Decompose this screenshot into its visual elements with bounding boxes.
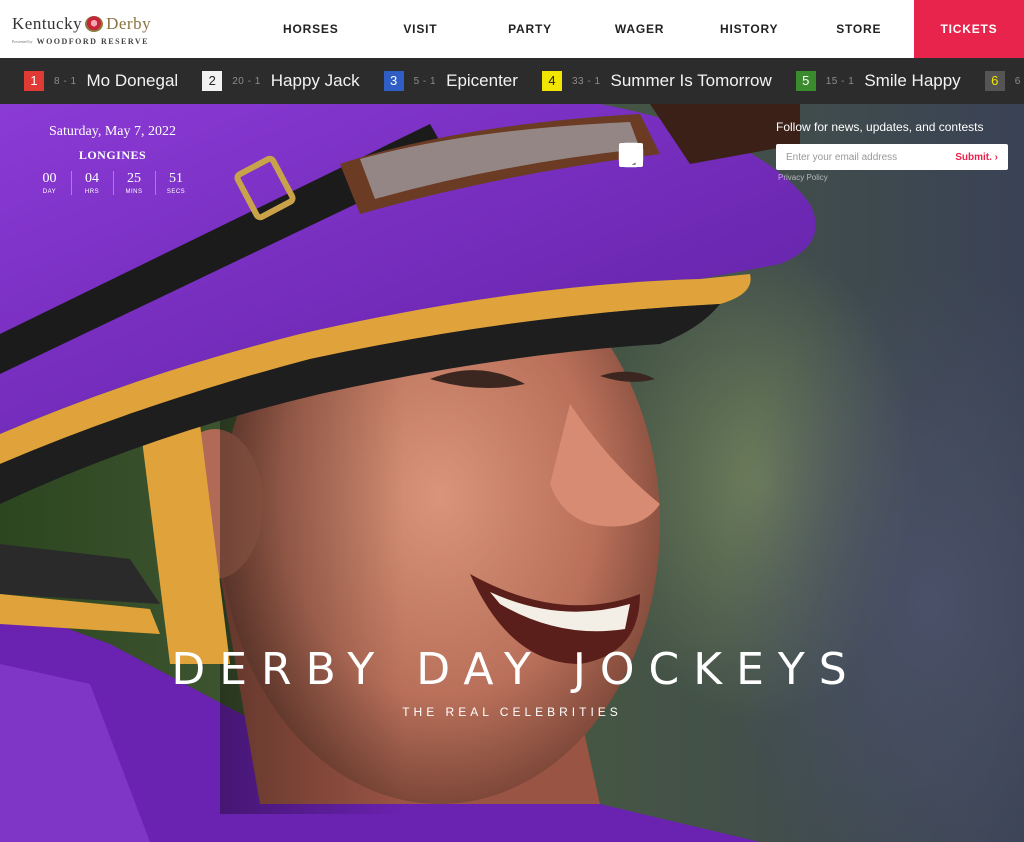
facebook-icon[interactable] — [619, 142, 684, 168]
instagram-icon[interactable] — [618, 142, 764, 168]
follow-text: Follow for news, updates, and contests — [776, 120, 984, 134]
logo-woodford-reserve: WOODFORD RESERVE — [36, 37, 149, 46]
logo-presenting-sponsor: Presented by WOODFORD RESERVE — [12, 37, 149, 46]
countdown-label: SECS — [166, 189, 186, 195]
ticker-entry[interactable]: 6 6 - — [984, 71, 1024, 91]
countdown-label: DAY — [42, 189, 57, 195]
hero-subtitle: THE REAL CELEBRITIES — [402, 705, 622, 719]
rose-logo-icon — [85, 16, 104, 32]
ticker-entry[interactable]: 1 8 - 1 Mo Donegal — [24, 71, 178, 91]
tickets-button[interactable]: TICKETS — [914, 0, 1024, 58]
nav-history[interactable]: HISTORY — [694, 0, 804, 58]
longines-logo[interactable]: LONGINES — [20, 148, 205, 163]
nav-horses[interactable]: HORSES — [256, 0, 366, 58]
hero-banner: Saturday, May 7, 2022 LONGINES 00 DAY 04… — [0, 104, 1024, 842]
horse-name: Summer Is Tomorrow — [610, 71, 772, 90]
countdown-seconds: 51 SECS — [154, 171, 197, 195]
ticker-entry[interactable]: 2 20 - 1 Happy Jack — [202, 71, 360, 91]
logo-derby: Derby — [106, 14, 152, 33]
morning-line-odds: 20 - 1 — [232, 75, 261, 87]
odds-ticker: 1 8 - 1 Mo Donegal 2 20 - 1 Happy Jack 3 5 - 1 E… — [0, 58, 1024, 104]
post-position-badge: 4 — [541, 71, 562, 91]
main-nav: HORSES VISIT PARTY WAGER HISTORY STORE — [256, 0, 914, 58]
post-position-badge: 3 — [383, 71, 404, 91]
morning-line-odds: 6 - — [1014, 75, 1024, 87]
countdown-value: 00 — [42, 171, 57, 186]
ticker-entry[interactable]: 5 15 - 1 Smile Happy — [795, 71, 961, 91]
horse-name: Happy Jack — [270, 71, 360, 90]
twitter-icon[interactable] — [619, 142, 724, 168]
countdown-value: 25 — [127, 171, 141, 186]
countdown-value: 04 — [85, 171, 99, 186]
countdown-label: MINS — [125, 189, 143, 195]
countdown-hours: 04 HRS — [70, 171, 113, 195]
newsletter-form: Submit. › — [776, 144, 1008, 170]
nav-visit[interactable]: VISIT — [366, 0, 476, 58]
post-position-badge: 5 — [795, 71, 816, 91]
post-position-badge: 2 — [202, 71, 223, 91]
nav-wager[interactable]: WAGER — [585, 0, 695, 58]
race-countdown: Saturday, May 7, 2022 LONGINES 00 DAY 04… — [20, 124, 205, 195]
kentucky-derby-logo[interactable]: Kentucky Derby Presented by WOODFORD RES… — [0, 0, 200, 58]
hero-title: DERBY DAY JOCKEYS — [171, 644, 861, 695]
countdown-label: HRS — [84, 189, 100, 195]
hero-headline: DERBY DAY JOCKEYS THE REAL CELEBRITIES — [0, 644, 1024, 719]
nav-store[interactable]: STORE — [804, 0, 914, 58]
ticker-entry[interactable]: 4 33 - 1 Summer Is Tomorrow — [541, 71, 772, 91]
ticker-entry[interactable]: 3 5 - 1 Epicenter — [383, 71, 518, 91]
horse-name: Smile Happy — [864, 71, 961, 90]
race-date: Saturday, May 7, 2022 — [48, 124, 177, 139]
site-header: Kentucky Derby Presented by WOODFORD RES… — [0, 0, 1024, 58]
post-position-badge: 1 — [24, 71, 44, 91]
submit-label: Submit. — [955, 151, 992, 163]
chevron-right-icon: › — [994, 151, 998, 163]
morning-line-odds: 5 - 1 — [413, 75, 437, 87]
privacy-policy-link[interactable]: Privacy Policy — [778, 173, 828, 182]
horse-name: Mo Donegal — [86, 71, 179, 90]
countdown-days: 00 DAY — [29, 171, 71, 195]
logo-presented-by: Presented by — [12, 39, 33, 44]
post-position-badge: 6 — [984, 71, 1005, 91]
jockey-portrait — [0, 104, 816, 842]
nav-party[interactable]: PARTY — [475, 0, 585, 58]
submit-button[interactable]: Submit. › — [955, 152, 1008, 163]
countdown-timer: 00 DAY 04 HRS 25 MINS 51 SECS — [20, 171, 205, 195]
morning-line-odds: 8 - 1 — [54, 75, 77, 87]
horse-name: Epicenter — [446, 71, 518, 90]
logo-wordmark: Kentucky Derby — [12, 14, 151, 34]
morning-line-odds: 15 - 1 — [825, 75, 855, 87]
logo-kentucky: Kentucky — [12, 14, 83, 33]
morning-line-odds: 33 - 1 — [571, 75, 601, 87]
countdown-minutes: 25 MINS — [112, 171, 155, 195]
email-input[interactable] — [776, 151, 956, 163]
social-icons — [618, 142, 764, 168]
countdown-value: 51 — [169, 171, 183, 186]
